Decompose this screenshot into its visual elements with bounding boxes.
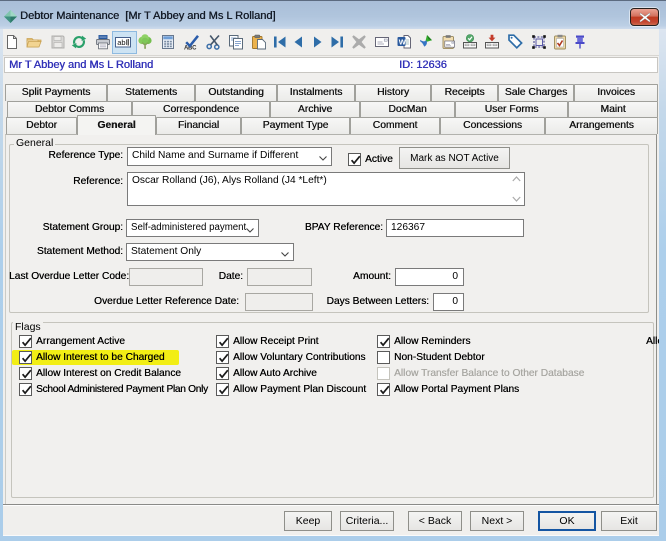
svg-text:W: W [399,38,407,47]
svg-text:abl: abl [117,38,127,47]
